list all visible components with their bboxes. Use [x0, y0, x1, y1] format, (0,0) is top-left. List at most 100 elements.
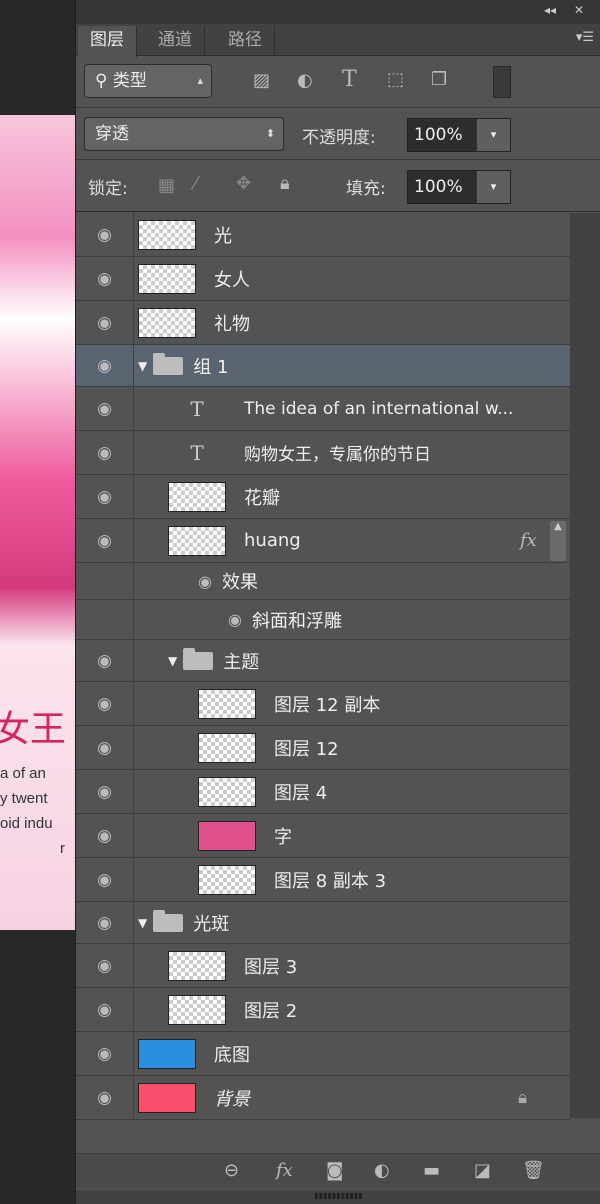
eye-visibility-icon[interactable]: ◉	[97, 487, 112, 507]
expand-arrow-icon[interactable]: ▼	[138, 916, 147, 930]
layer-thumbnail	[198, 820, 256, 851]
eye-visibility-icon[interactable]: ◉	[97, 269, 112, 289]
resize-grip[interactable]: ▮▮▮▮▮▮▮▮▮▮▮	[76, 1190, 600, 1204]
layer-row[interactable]: ◉ 效果	[76, 563, 570, 600]
eye-visibility-icon[interactable]: ◉	[97, 356, 112, 376]
blend-mode-select[interactable]: 穿透 ⬍	[84, 117, 284, 151]
type-filter-icon[interactable]: T	[342, 67, 357, 92]
layer-thumbnail	[138, 1038, 196, 1069]
layer-row[interactable]: ◉ T The idea of an international w...	[76, 387, 570, 431]
layer-row[interactable]: ◉ 底图	[76, 1032, 570, 1076]
eye-visibility-icon[interactable]: ◉	[198, 572, 212, 591]
eye-visibility-icon[interactable]: ◉	[97, 738, 112, 758]
layer-row[interactable]: ◉ 图层 3	[76, 944, 570, 988]
layer-row[interactable]: ◉ 图层 2	[76, 988, 570, 1032]
filter-kind-select[interactable]: ⚲ 类型 ▴	[84, 64, 212, 98]
layer-name: 斜面和浮雕	[251, 610, 342, 632]
panel-menu-icon[interactable]: ▾☰	[576, 30, 594, 45]
layer-row[interactable]: ◉ 斜面和浮雕	[76, 600, 570, 640]
layer-list: ◉ 光 ◉ 女人 ◉ 礼物 ◉ ▼ 组 1 ◉ T The idea of an internatio…	[76, 213, 570, 1120]
eye-visibility-icon[interactable]: ◉	[97, 531, 112, 551]
scrollbar[interactable]	[570, 213, 600, 1118]
layer-group-row[interactable]: ◉ ▼ 组 1	[76, 345, 570, 387]
fill-input[interactable]: 100% ▾	[407, 170, 511, 204]
layer-thumbnail	[138, 307, 196, 338]
eye-visibility-icon[interactable]: ◉	[97, 443, 112, 463]
filter-bar: ⚲ 类型 ▴ ▨ ◐ T ⬚ ❐	[76, 56, 600, 108]
eye-visibility-icon[interactable]: ◉	[97, 782, 112, 802]
layer-row[interactable]: ◉ 图层 12 副本	[76, 682, 570, 726]
eye-visibility-icon[interactable]: ◉	[97, 1044, 112, 1064]
lock-paint-brush-icon[interactable]: ⁄	[194, 173, 197, 194]
layer-thumbnail	[138, 219, 196, 250]
eye-visibility-icon[interactable]: ◉	[97, 313, 112, 333]
eye-visibility-icon[interactable]: ◉	[97, 913, 112, 933]
lock-all-icon[interactable]: 🔒︎	[280, 173, 290, 194]
lock-move-icon[interactable]: ✥	[236, 173, 251, 194]
layer-row[interactable]: ◉ huang fx	[76, 519, 570, 563]
tab-layers[interactable]: 图层	[78, 26, 137, 57]
layer-row[interactable]: ◉ 图层 12	[76, 726, 570, 770]
updown-icon: ⬍	[265, 127, 275, 140]
visibility-cell: ◉	[76, 1076, 134, 1119]
visibility-cell: ◉	[76, 345, 134, 386]
eye-visibility-icon[interactable]: ◉	[97, 399, 112, 419]
layer-row[interactable]: ◉ 光	[76, 213, 570, 257]
shape-filter-icon[interactable]: ⬚	[387, 69, 404, 90]
new-layer-icon[interactable]: ◪	[474, 1160, 491, 1181]
expand-arrow-icon[interactable]: ▼	[168, 654, 177, 668]
eye-visibility-icon[interactable]: ◉	[97, 1088, 112, 1108]
eye-visibility-icon[interactable]: ◉	[97, 225, 112, 245]
visibility-cell: ◉	[76, 475, 134, 518]
layer-row[interactable]: ◉ 字	[76, 814, 570, 858]
new-group-folder-icon[interactable]: ▬	[423, 1160, 440, 1181]
layer-row[interactable]: ◉ 图层 8 副本 3	[76, 858, 570, 902]
close-icon[interactable]: ✕	[574, 3, 584, 17]
tab-paths[interactable]: 路径	[216, 26, 275, 56]
visibility-cell	[76, 563, 134, 599]
layer-row[interactable]: ◉ T 购物女王，专属你的节日	[76, 431, 570, 475]
layer-thumbnail	[138, 263, 196, 294]
eye-visibility-icon[interactable]: ◉	[97, 1000, 112, 1020]
layer-row[interactable]: ◉ 女人	[76, 257, 570, 301]
layer-name: 图层 8 副本 3	[274, 870, 387, 892]
tab-channels[interactable]: 通道	[146, 26, 205, 56]
add-mask-icon[interactable]: ◙	[326, 1160, 343, 1181]
document-canvas: 女王 a of an y twent oid indu r	[0, 115, 75, 930]
layer-thumbnail	[198, 864, 256, 895]
fill-dropdown-icon[interactable]: ▾	[476, 171, 510, 203]
layer-name: The idea of an international w...	[244, 398, 514, 419]
layer-row[interactable]: ◉ 图层 4	[76, 770, 570, 814]
layer-thumbnail	[168, 950, 226, 981]
lock-transparent-icon[interactable]: ▦	[158, 175, 175, 196]
fx-indicator-icon[interactable]: fx	[520, 530, 537, 551]
eye-visibility-icon[interactable]: ◉	[97, 870, 112, 890]
eye-visibility-icon[interactable]: ◉	[97, 826, 112, 846]
layer-row[interactable]: ◉ 礼物	[76, 301, 570, 345]
link-layers-icon[interactable]: ⊖	[224, 1160, 239, 1181]
collapse-icon[interactable]: ◂◂	[544, 3, 556, 17]
layer-name: 光斑	[193, 913, 230, 935]
layer-group-row[interactable]: ◉ ▼ 主题	[76, 640, 570, 682]
layer-name: 底图	[214, 1044, 250, 1066]
folder-icon	[183, 647, 214, 670]
filter-toggle-switch[interactable]	[493, 66, 511, 98]
eye-visibility-icon[interactable]: ◉	[228, 610, 242, 629]
eye-visibility-icon[interactable]: ◉	[97, 956, 112, 976]
expand-arrow-icon[interactable]: ▼	[138, 359, 147, 373]
layer-name: 礼物	[214, 313, 250, 335]
layer-row[interactable]: ◉ 背景 🔒︎	[76, 1076, 570, 1120]
pixel-filter-icon[interactable]: ▨	[253, 70, 270, 91]
scroll-up-icon[interactable]: ▲	[550, 521, 566, 561]
layer-group-row[interactable]: ◉ ▼ 光斑	[76, 902, 570, 944]
delete-trash-icon[interactable]: 🗑︎	[522, 1160, 545, 1181]
adjustment-layer-icon[interactable]: ◐	[374, 1160, 390, 1181]
adjustment-filter-icon[interactable]: ◐	[297, 70, 313, 91]
layer-row[interactable]: ◉ 花瓣	[76, 475, 570, 519]
opacity-input[interactable]: 100% ▾	[407, 118, 511, 152]
eye-visibility-icon[interactable]: ◉	[97, 651, 112, 671]
smart-object-filter-icon[interactable]: ❐	[431, 69, 447, 90]
layer-style-fx-icon[interactable]: fx	[276, 1160, 293, 1181]
eye-visibility-icon[interactable]: ◉	[97, 694, 112, 714]
opacity-dropdown-icon[interactable]: ▾	[476, 119, 510, 151]
